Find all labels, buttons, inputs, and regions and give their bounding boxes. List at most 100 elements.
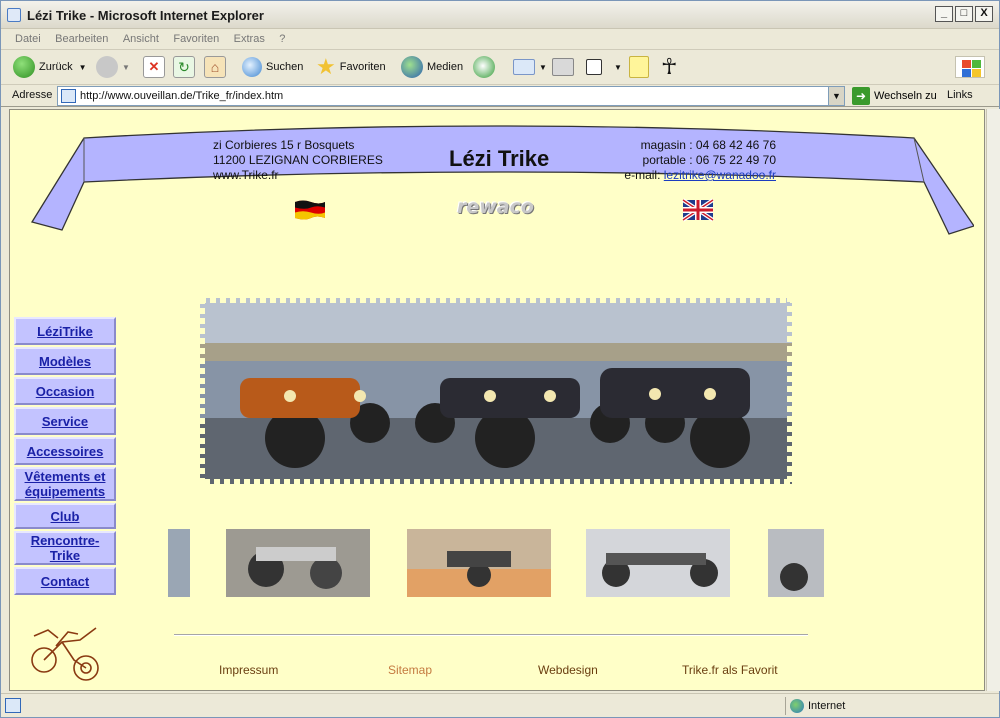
stop-button[interactable]: ✕ bbox=[143, 55, 169, 79]
address-input[interactable]: http://www.ouveillan.de/Trike_fr/index.h… bbox=[57, 86, 845, 106]
go-button[interactable]: ➜ Wechseln zu bbox=[852, 87, 937, 105]
menu-help[interactable]: ? bbox=[279, 33, 285, 45]
note-icon bbox=[629, 56, 649, 78]
edit-button[interactable]: ▼ bbox=[586, 55, 622, 79]
mail-icon bbox=[513, 59, 535, 75]
thumbnail-2[interactable] bbox=[226, 529, 370, 597]
shop-phone: magasin : 04 68 42 46 76 bbox=[640, 138, 776, 152]
footer-sitemap-link[interactable]: Sitemap bbox=[388, 663, 432, 677]
email-label: e-mail: bbox=[624, 168, 661, 182]
star-icon: ★ bbox=[316, 54, 336, 79]
nav-club[interactable]: Club bbox=[14, 503, 116, 529]
ie-page-icon bbox=[7, 8, 21, 22]
close-button[interactable]: X bbox=[975, 6, 993, 22]
links-toolbar[interactable]: Links bbox=[947, 89, 973, 101]
footer-impressum-link[interactable]: Impressum bbox=[219, 663, 278, 677]
trike-group-photo bbox=[200, 298, 792, 484]
rewaco-logo[interactable]: rewaco bbox=[457, 196, 553, 218]
page-status-icon bbox=[5, 698, 21, 713]
thumbnail-5[interactable] bbox=[768, 529, 824, 597]
nav-lezitrike[interactable]: LéziTrike bbox=[14, 317, 116, 345]
history-icon bbox=[473, 56, 495, 78]
uk-flag-icon[interactable] bbox=[681, 198, 715, 222]
page-icon bbox=[61, 89, 76, 103]
menu-datei[interactable]: Datei bbox=[15, 33, 41, 45]
email-link[interactable]: lezitrike@wanadoo.fr bbox=[664, 168, 776, 182]
messenger-button[interactable]: ☥ bbox=[661, 54, 678, 79]
messenger-icon: ☥ bbox=[661, 54, 678, 79]
chevron-down-icon[interactable]: ▼ bbox=[828, 87, 844, 105]
back-button[interactable]: Zurück ▼ bbox=[13, 55, 87, 79]
chevron-down-icon[interactable]: ▼ bbox=[122, 63, 130, 72]
maximize-button[interactable]: □ bbox=[955, 6, 973, 22]
word-edit-icon bbox=[586, 59, 602, 75]
footer-favorite-link[interactable]: Trike.fr als Favorit bbox=[682, 663, 778, 677]
discuss-button[interactable] bbox=[629, 55, 653, 79]
nav-service[interactable]: Service bbox=[14, 407, 116, 435]
favorites-button[interactable]: ★ Favoriten bbox=[316, 54, 386, 79]
thumbnail-1[interactable] bbox=[168, 529, 190, 597]
print-button[interactable] bbox=[552, 55, 578, 79]
minimize-button[interactable]: _ bbox=[935, 6, 953, 22]
thumbnail-3[interactable] bbox=[407, 529, 551, 597]
brand-title: Lézi Trike bbox=[449, 146, 550, 171]
nav-modeles[interactable]: Modèles bbox=[14, 347, 116, 375]
home-icon: ⌂ bbox=[204, 56, 226, 78]
side-navigation: LéziTrike Modèles Occasion Service Acces… bbox=[14, 317, 116, 597]
address-url: http://www.ouveillan.de/Trike_fr/index.h… bbox=[80, 90, 284, 102]
menu-extras[interactable]: Extras bbox=[234, 33, 265, 45]
status-bar: Internet bbox=[1, 693, 999, 717]
nav-contact[interactable]: Contact bbox=[14, 567, 116, 595]
page-viewport: zi Corbieres 15 r Bosquets 11200 LEZIGNA… bbox=[9, 109, 985, 691]
thumbnail-4[interactable] bbox=[586, 529, 730, 597]
security-zone: Internet bbox=[785, 697, 985, 715]
media-globe-icon bbox=[401, 56, 423, 78]
browser-window: Lézi Trike - Microsoft Internet Explorer… bbox=[0, 0, 1000, 718]
stop-icon: ✕ bbox=[143, 56, 165, 78]
search-icon bbox=[242, 57, 262, 77]
media-button[interactable]: Medien bbox=[401, 55, 463, 79]
address-line-2: 11200 LEZIGNAN CORBIERES bbox=[213, 153, 383, 167]
refresh-icon: ↻ bbox=[173, 56, 195, 78]
search-label: Suchen bbox=[266, 61, 304, 73]
favorites-label: Favoriten bbox=[339, 61, 386, 73]
mail-button[interactable]: ▼ bbox=[513, 55, 547, 79]
menu-ansicht[interactable]: Ansicht bbox=[123, 33, 159, 45]
media-label: Medien bbox=[427, 61, 464, 73]
menu-favoriten[interactable]: Favoriten bbox=[173, 33, 219, 45]
standard-toolbar: Zurück ▼ ▼ ✕ ↻ ⌂ Suchen ★ Favoriten Medi… bbox=[1, 50, 999, 85]
printer-icon bbox=[552, 58, 574, 76]
german-flag-icon[interactable] bbox=[293, 198, 327, 222]
nav-rencontre-trike[interactable]: Rencontre-Trike bbox=[14, 531, 116, 565]
zone-label: Internet bbox=[808, 700, 846, 712]
chevron-down-icon[interactable]: ▼ bbox=[79, 63, 87, 72]
nav-accessoires[interactable]: Accessoires bbox=[14, 437, 116, 465]
nav-vetements[interactable]: Vêtements et équipements bbox=[14, 467, 116, 501]
ribbon-banner bbox=[30, 125, 974, 235]
back-label: Zurück bbox=[39, 61, 73, 73]
menu-bar: Datei Bearbeiten Ansicht Favoriten Extra… bbox=[1, 29, 999, 78]
internet-globe-icon bbox=[790, 699, 804, 713]
footer-divider bbox=[174, 634, 808, 636]
mobile-phone: portable : 06 75 22 49 70 bbox=[642, 153, 776, 167]
contact-info: magasin : 04 68 42 46 76 portable : 06 7… bbox=[614, 138, 776, 183]
shop-address: zi Corbieres 15 r Bosquets 11200 LEZIGNA… bbox=[213, 138, 383, 183]
footer-webdesign-link[interactable]: Webdesign bbox=[538, 663, 598, 677]
chevron-down-icon[interactable]: ▼ bbox=[614, 63, 622, 72]
nav-occasion[interactable]: Occasion bbox=[14, 377, 116, 405]
home-button[interactable]: ⌂ bbox=[204, 55, 230, 79]
go-arrow-icon: ➜ bbox=[852, 87, 870, 105]
history-button[interactable] bbox=[473, 55, 499, 79]
search-button[interactable]: Suchen bbox=[242, 55, 303, 79]
refresh-button[interactable]: ↻ bbox=[173, 55, 199, 79]
address-line-1: zi Corbieres 15 r Bosquets bbox=[213, 138, 355, 152]
address-bar: Adresse http://www.ouveillan.de/Trike_fr… bbox=[1, 85, 999, 107]
title-bar: Lézi Trike - Microsoft Internet Explorer… bbox=[1, 1, 999, 29]
chevron-down-icon[interactable]: ▼ bbox=[539, 63, 547, 72]
address-label: Adresse bbox=[12, 89, 53, 101]
vertical-scrollbar[interactable] bbox=[986, 109, 1000, 691]
forward-button[interactable]: ▼ bbox=[96, 55, 130, 79]
window-title: Lézi Trike - Microsoft Internet Explorer bbox=[27, 8, 264, 23]
go-label: Wechseln zu bbox=[874, 90, 937, 102]
menu-bearbeiten[interactable]: Bearbeiten bbox=[55, 33, 108, 45]
